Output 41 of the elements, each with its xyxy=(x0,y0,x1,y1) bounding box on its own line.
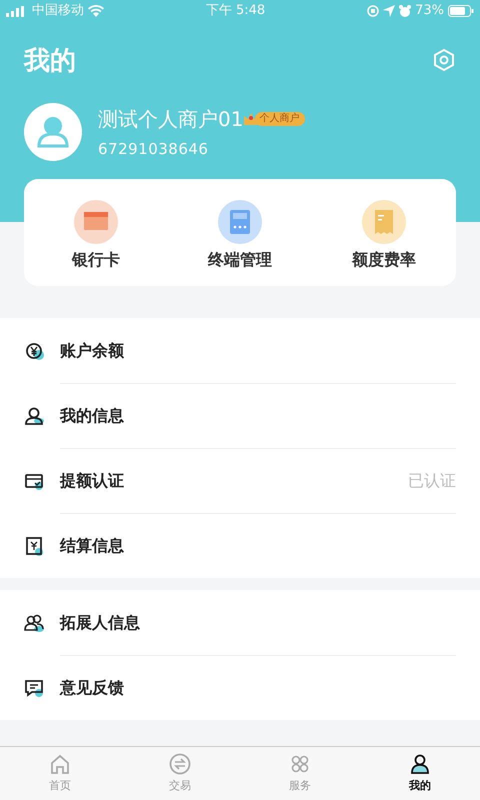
merchant-type-tag: 个人商户 xyxy=(255,112,306,126)
settings-icon[interactable] xyxy=(432,48,456,72)
wifi-icon xyxy=(88,5,104,17)
yuan-document-icon xyxy=(24,536,44,556)
menu-label: 我的信息 xyxy=(60,404,124,426)
people-icon xyxy=(24,612,44,632)
receipt-icon[interactable] xyxy=(362,200,406,244)
shortcut-label[interactable]: 终端管理 xyxy=(208,248,272,272)
shortcut-label[interactable]: 银行卡 xyxy=(72,248,120,272)
page-title: 我的 xyxy=(24,45,76,78)
menu-item[interactable]: 提额认证 已认证 xyxy=(0,448,480,513)
menu-item[interactable]: 结算信息 xyxy=(0,513,480,578)
menu-label: 拓展人信息 xyxy=(60,612,140,634)
menu-item[interactable]: 我的信息 xyxy=(0,383,480,448)
home-icon xyxy=(48,752,72,776)
location-icon xyxy=(383,5,396,17)
bank-card-icon[interactable] xyxy=(74,200,118,244)
menu-item[interactable]: 拓展人信息 xyxy=(0,590,480,655)
menu-label: 结算信息 xyxy=(60,534,124,556)
menu-item[interactable]: 意见反馈 xyxy=(0,655,480,720)
rotation-lock-icon xyxy=(367,5,380,17)
menu-item[interactable]: 账户余额 xyxy=(0,318,480,383)
person-icon xyxy=(24,406,44,426)
merchant-name: 测试个人商户01 xyxy=(98,106,244,133)
account-number: 67291038646 xyxy=(98,138,210,160)
terminal-icon[interactable] xyxy=(218,200,262,244)
menu-label: 意见反馈 xyxy=(60,676,124,698)
battery-percent: 73% xyxy=(415,2,444,20)
tab[interactable]: 我的 xyxy=(360,747,480,800)
clock-time: 下午 5:48 xyxy=(206,2,266,20)
crown-icon xyxy=(243,110,260,127)
menu-label: 提额认证 xyxy=(60,470,124,492)
battery-icon xyxy=(448,5,474,17)
menu-label: 账户余额 xyxy=(60,340,124,362)
exchange-icon xyxy=(168,752,192,776)
message-icon xyxy=(24,678,44,698)
carrier-name: 中国移动 xyxy=(32,2,84,20)
yuan-coin-icon xyxy=(24,340,44,360)
status-text: 已认证 xyxy=(408,470,456,492)
person-icon xyxy=(408,752,432,776)
shortcut-label[interactable]: 额度费率 xyxy=(352,248,416,272)
